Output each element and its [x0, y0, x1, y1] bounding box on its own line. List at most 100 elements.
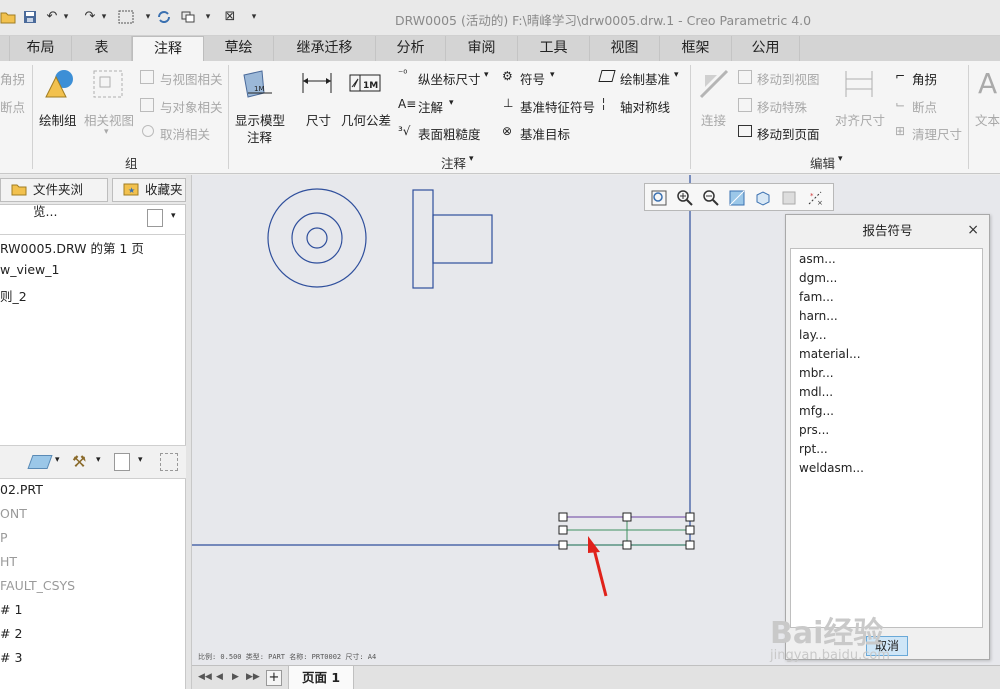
tab-frame[interactable]: 框架 [660, 36, 732, 61]
list-item[interactable]: asm... [799, 252, 836, 266]
tab-tools[interactable]: 工具 [518, 36, 590, 61]
refit-icon[interactable] [650, 189, 668, 207]
page-tab-1[interactable]: 页面 1 [288, 666, 354, 689]
tab-view[interactable]: 视图 [590, 36, 660, 61]
tab-annotate[interactable]: 注释 [132, 36, 204, 62]
tools-icon[interactable]: ⚒ [72, 452, 86, 471]
tree-columns-icon[interactable] [114, 453, 130, 471]
prev-page-icon[interactable]: ◀ [216, 672, 223, 682]
list-item[interactable]: prs... [799, 423, 829, 437]
tools-dropdown-icon[interactable]: ▾ [96, 455, 101, 465]
model-tree-item[interactable]: P [0, 530, 8, 545]
edit-group-dropdown-icon[interactable]: ▾ [838, 154, 843, 164]
group-label-annotate[interactable]: 注释 [441, 153, 466, 172]
dimension-button[interactable]: 尺寸 [306, 110, 331, 129]
datum-display-icon[interactable]: * × [806, 189, 824, 207]
windows-icon[interactable] [180, 9, 196, 25]
move-to-view-button[interactable]: 移动到视图 [757, 69, 820, 88]
model-tree-item[interactable]: 02.PRT [0, 482, 43, 497]
list-item[interactable]: dgm... [799, 271, 837, 285]
drawing-tree-item[interactable]: w_view_1 [0, 262, 59, 277]
align-dimensions-button[interactable]: 对齐尺寸 [835, 110, 885, 129]
list-item[interactable]: lay... [799, 328, 827, 342]
first-page-icon[interactable]: ◀◀ [198, 672, 212, 682]
axis-of-symmetry-button[interactable]: 轴对称线 [620, 97, 670, 116]
corner-button[interactable]: 角拐 [912, 69, 937, 88]
related-view-dropdown-icon[interactable]: ▾ [104, 127, 109, 137]
symbol-dropdown-icon[interactable]: ▾ [550, 70, 555, 80]
save-icon[interactable] [22, 9, 38, 25]
undo-dropdown-icon[interactable]: ▾ [58, 9, 74, 25]
tree-columns-dropdown-icon[interactable]: ▾ [138, 455, 143, 465]
model-tree-item[interactable]: # 1 [0, 602, 22, 617]
clean-dimensions-button[interactable]: 清理尺寸 [912, 124, 962, 143]
note-button[interactable]: 注解 [418, 97, 443, 116]
model-tree-item[interactable]: FAULT_CSYS [0, 578, 75, 593]
list-item[interactable]: material... [799, 347, 861, 361]
next-page-icon[interactable]: ▶ [232, 672, 239, 682]
corner-left-button[interactable]: 角拐 [0, 69, 25, 88]
open-folder-icon[interactable] [0, 9, 16, 25]
add-page-button[interactable]: + [266, 670, 282, 686]
datum-target-button[interactable]: 基准目标 [520, 124, 570, 143]
layer-dropdown-icon[interactable]: ▾ [55, 455, 60, 465]
breakpoint-button[interactable]: 断点 [912, 97, 937, 116]
cancel-relation-button[interactable]: 取消相关 [160, 124, 210, 143]
last-page-icon[interactable]: ▶▶ [246, 672, 260, 682]
annotate-group-dropdown-icon[interactable]: ▾ [469, 154, 474, 164]
select-dropdown-icon[interactable]: ▾ [140, 9, 156, 25]
windows-dropdown-icon[interactable]: ▾ [200, 9, 216, 25]
tab-review[interactable]: 审阅 [446, 36, 518, 61]
repaint-icon[interactable] [728, 189, 746, 207]
display-style-icon[interactable] [754, 189, 772, 207]
text-button[interactable]: 文本 [975, 110, 1000, 129]
model-tree-item[interactable]: ONT [0, 506, 27, 521]
ordinate-dropdown-icon[interactable]: ▾ [484, 70, 489, 80]
show-model-annotation-line2[interactable]: 注释 [247, 127, 272, 146]
draw-datum-button[interactable]: 绘制基准 [620, 69, 670, 88]
list-item[interactable]: rpt... [799, 442, 828, 456]
list-item[interactable]: weldasm... [799, 461, 864, 475]
model-tree-item[interactable]: HT [0, 554, 17, 569]
tab-common[interactable]: 公用 [732, 36, 800, 61]
layer-icon[interactable] [27, 455, 53, 469]
relate-to-view-button[interactable]: 与视图相关 [160, 69, 223, 88]
tab-layout[interactable]: 布局 [10, 36, 72, 61]
note-dropdown-icon[interactable]: ▾ [449, 98, 454, 108]
list-item[interactable]: mfg... [799, 404, 834, 418]
list-item[interactable]: fam... [799, 290, 834, 304]
surface-finish-button[interactable]: 表面粗糙度 [418, 124, 481, 143]
zoom-out-icon[interactable] [702, 189, 720, 207]
draw-group-button[interactable]: 绘制组 [39, 110, 77, 129]
connect-button[interactable]: 连接 [701, 110, 726, 129]
tab-legacy-migration[interactable]: 继承迁移 [274, 36, 376, 61]
gtol-button[interactable]: 几何公差 [341, 110, 391, 129]
relate-to-object-button[interactable]: 与对象相关 [160, 97, 223, 116]
regenerate-icon[interactable] [156, 9, 172, 25]
model-tree-item[interactable]: # 2 [0, 626, 22, 641]
filter-icon[interactable] [160, 453, 178, 471]
ordinate-dimension-button[interactable]: 纵坐标尺寸 [418, 69, 481, 88]
list-item[interactable]: harn... [799, 309, 838, 323]
list-item[interactable]: mdl... [799, 385, 833, 399]
tree-settings-dropdown-icon[interactable]: ▾ [171, 211, 176, 221]
draw-datum-dropdown-icon[interactable]: ▾ [674, 70, 679, 80]
tab-sketch[interactable]: 草绘 [204, 36, 274, 61]
move-to-page-button[interactable]: 移动到页面 [757, 124, 820, 143]
related-view-button[interactable]: 相关视图 [84, 110, 134, 129]
close-window-icon[interactable]: ⊠ [222, 9, 238, 25]
tab-folder-browser[interactable]: 文件夹浏览... [0, 178, 108, 219]
tab-favorites[interactable]: ★ 收藏夹 [112, 178, 186, 202]
breakpoint-left-button[interactable]: 断点 [0, 97, 25, 116]
tab-table[interactable]: 表 [72, 36, 132, 61]
tab-file[interactable] [0, 36, 10, 61]
move-special-button[interactable]: 移动特殊 [757, 97, 807, 116]
redo-dropdown-icon[interactable]: ▾ [96, 9, 112, 25]
symbol-button[interactable]: 符号 [520, 69, 545, 88]
drawing-tree-item[interactable]: RW0005.DRW 的第 1 页 [0, 238, 144, 257]
zoom-in-icon[interactable] [676, 189, 694, 207]
drawing-tree-item[interactable]: 则_2 [0, 286, 27, 305]
customize-toolbar-icon[interactable]: ▾ [246, 9, 262, 25]
list-item[interactable]: mbr... [799, 366, 834, 380]
group-label-edit[interactable]: 编辑 [810, 153, 835, 172]
